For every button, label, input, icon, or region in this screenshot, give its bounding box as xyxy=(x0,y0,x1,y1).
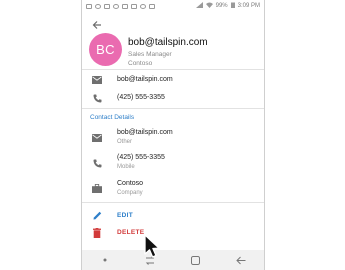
wifi-icon xyxy=(205,2,213,10)
edit-button[interactable]: EDIT xyxy=(117,212,133,219)
contact-company: Contoso xyxy=(128,60,153,67)
notification-icons xyxy=(86,3,155,9)
notification-icon xyxy=(113,3,119,9)
email-icon xyxy=(92,133,102,143)
phone-icon xyxy=(92,93,102,103)
contact-name: bob@tailspin.com xyxy=(128,37,208,48)
dot-icon[interactable] xyxy=(98,253,112,267)
trash-icon[interactable] xyxy=(92,228,102,238)
delete-button[interactable]: DELETE xyxy=(117,229,144,236)
briefcase-icon xyxy=(92,183,102,193)
mouse-cursor-icon xyxy=(143,234,163,260)
detail-email[interactable]: bob@tailspin.com xyxy=(117,129,173,136)
notification-icon xyxy=(131,3,137,9)
phone-screen: 99% 3:09 PM BC bob@tailspin.com Sales Ma… xyxy=(82,0,264,270)
section-divider xyxy=(82,108,264,109)
contact-details-heading: Contact Details xyxy=(90,114,135,121)
notification-icon xyxy=(86,3,92,9)
signal-icon xyxy=(195,2,203,10)
phone-icon xyxy=(92,158,102,168)
avatar: BC xyxy=(89,33,122,66)
notification-icon xyxy=(95,3,101,9)
notification-icon xyxy=(149,3,155,9)
battery-icon xyxy=(230,2,235,10)
detail-phone[interactable]: (425) 555-3355 xyxy=(117,154,165,161)
detail-email-label: Other xyxy=(117,139,133,145)
notification-icon xyxy=(140,3,146,9)
quick-phone[interactable]: (425) 555-3355 xyxy=(117,94,165,101)
status-bar: 99% 3:09 PM xyxy=(82,0,264,12)
header-divider xyxy=(82,69,264,70)
right-frame-border xyxy=(264,0,265,270)
back-arrow-icon[interactable] xyxy=(92,20,104,30)
back-icon[interactable] xyxy=(234,253,248,267)
notification-icon xyxy=(122,3,128,9)
email-icon xyxy=(92,75,102,85)
actions-divider xyxy=(82,202,264,203)
home-icon[interactable] xyxy=(189,253,203,267)
contact-title: Sales Manager xyxy=(128,51,172,58)
notification-icon xyxy=(104,3,110,9)
pencil-icon[interactable] xyxy=(92,210,102,220)
battery-percent: 99% xyxy=(215,3,228,9)
avatar-initials: BC xyxy=(96,42,115,57)
status-right: 99% 3:09 PM xyxy=(195,2,260,10)
quick-email[interactable]: bob@tailspin.com xyxy=(117,76,173,83)
android-nav-bar xyxy=(82,250,264,270)
detail-phone-label: Mobile xyxy=(117,164,135,170)
detail-company: Contoso xyxy=(117,180,144,187)
status-time: 3:09 PM xyxy=(237,3,260,9)
detail-company-label: Company xyxy=(117,190,143,196)
